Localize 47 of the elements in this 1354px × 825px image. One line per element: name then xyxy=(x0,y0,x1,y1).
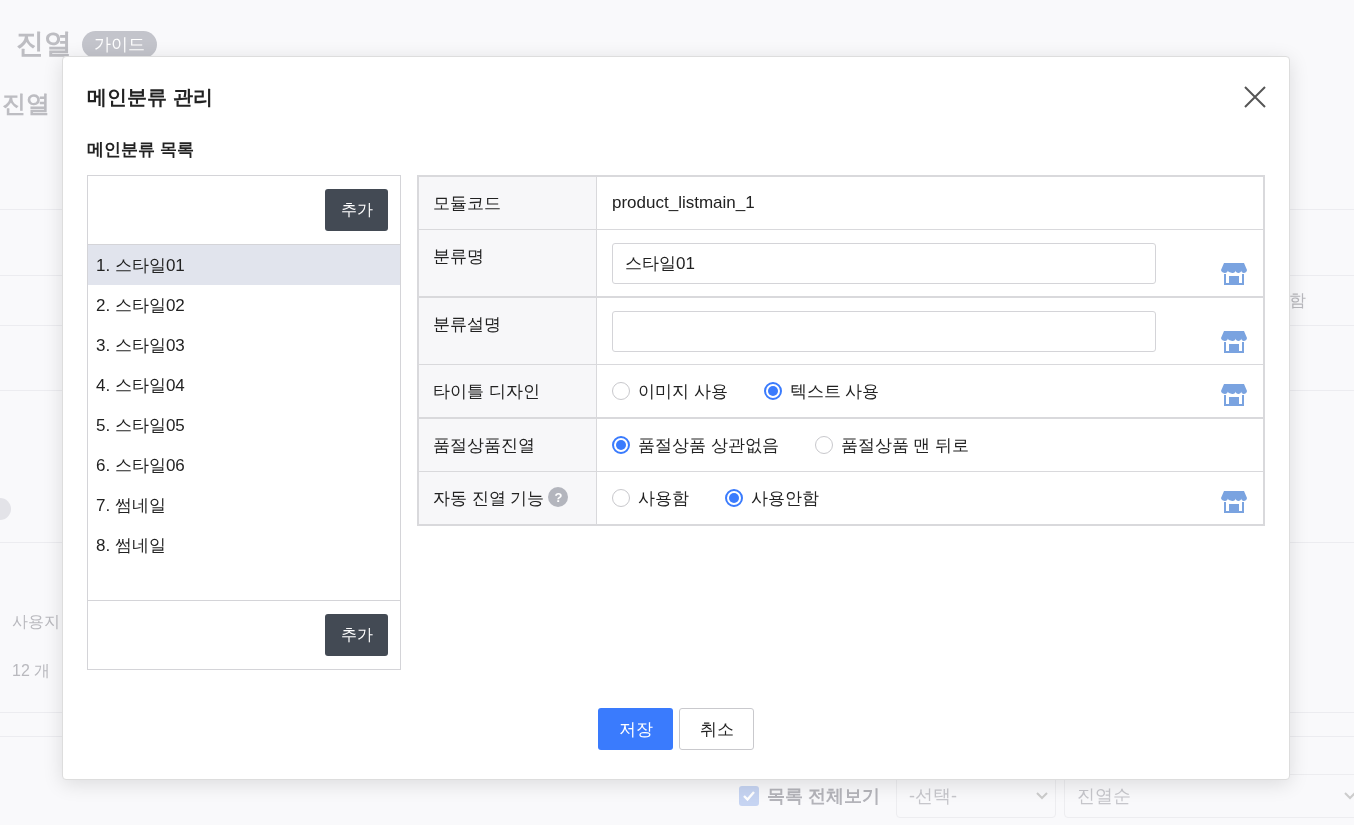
radio-option[interactable]: 이미지 사용 xyxy=(612,379,728,403)
radio-button[interactable] xyxy=(725,489,743,507)
usage-label: 사용지 xyxy=(12,611,61,632)
option-label: 함 xyxy=(1289,290,1306,313)
radio-button[interactable] xyxy=(763,382,782,400)
dialog-title: 메인분류 관리 xyxy=(87,84,213,110)
check-icon xyxy=(742,789,756,803)
save-button[interactable]: 저장 xyxy=(598,708,673,750)
field-value: product_listmain_1 xyxy=(612,193,755,213)
show-all-label: 목록 전체보기 xyxy=(767,785,880,808)
list-item[interactable]: 2. 스타일02 xyxy=(88,285,400,325)
radio-button[interactable] xyxy=(612,436,630,454)
field-label: 모듈코드 xyxy=(433,193,501,215)
close-icon[interactable] xyxy=(1243,85,1267,109)
field-label: 품절상품진열 xyxy=(433,435,535,457)
add-button[interactable]: 추가 xyxy=(325,189,388,231)
add-button[interactable]: 추가 xyxy=(325,614,388,656)
list-title: 메인분류 목록 xyxy=(87,139,195,161)
field-label: 타이틀 디자인 xyxy=(433,381,540,403)
store-icon[interactable] xyxy=(1221,383,1247,407)
list-item[interactable]: 3. 스타일03 xyxy=(88,325,400,365)
page-title: 진열 xyxy=(16,27,72,61)
count-text: 12 개 xyxy=(12,660,52,681)
store-icon[interactable] xyxy=(1221,262,1247,286)
radio-option[interactable]: 사용안함 xyxy=(725,486,819,510)
chevron-down-icon xyxy=(1343,791,1354,801)
input-field[interactable] xyxy=(612,310,1156,352)
store-icon[interactable] xyxy=(1221,330,1247,354)
radio-option[interactable]: 품절상품 상관없음 xyxy=(612,433,779,457)
list-item[interactable]: 7. 썸네일 xyxy=(88,485,400,525)
field-label: 자동 진열 기능 xyxy=(433,488,545,510)
section-title: 진열 xyxy=(2,89,50,119)
chevron-down-icon xyxy=(1035,791,1049,801)
field-label: 분류설명 xyxy=(433,314,501,336)
show-all-checkbox[interactable] xyxy=(739,786,759,806)
list-item[interactable]: 5. 스타일05 xyxy=(88,405,400,445)
cancel-button[interactable]: 취소 xyxy=(679,708,754,750)
field-label: 분류명 xyxy=(433,246,484,268)
store-icon[interactable] xyxy=(1221,490,1247,514)
radio-option[interactable]: 텍스트 사용 xyxy=(763,379,880,403)
radio-option[interactable]: 사용함 xyxy=(612,486,689,510)
input-field[interactable]: 스타일01 xyxy=(612,242,1156,284)
list-item[interactable]: 6. 스타일06 xyxy=(88,445,400,485)
list-item[interactable]: 1. 스타일01 xyxy=(88,245,400,285)
list-item[interactable]: 8. 썸네일 xyxy=(88,525,400,565)
radio-option[interactable]: 품절상품 맨 뒤로 xyxy=(814,433,970,457)
list-item[interactable]: 4. 스타일04 xyxy=(88,365,400,405)
